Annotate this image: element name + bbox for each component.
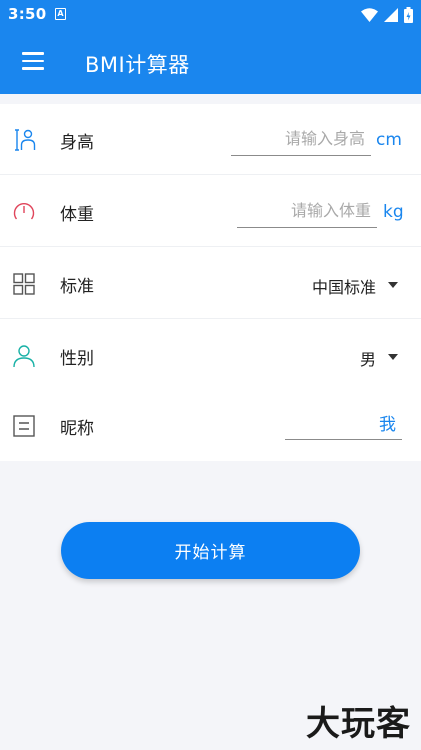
hamburger-menu-icon[interactable] <box>22 51 44 71</box>
standard-row[interactable]: 标准 中国标准 <box>0 248 421 319</box>
gender-row[interactable]: 性别 男 <box>0 320 421 391</box>
weight-row: 体重 kg <box>0 176 421 247</box>
watermark: 大玩客 <box>306 704 411 744</box>
standard-dropdown-caret-icon[interactable] <box>388 282 398 288</box>
gender-select[interactable]: 男 <box>360 346 376 370</box>
standard-select[interactable]: 中国标准 <box>312 274 376 298</box>
grid-icon <box>13 273 35 295</box>
weight-label: 体重 <box>60 205 94 225</box>
gender-dropdown-caret-icon[interactable] <box>388 354 398 360</box>
weight-unit: kg <box>383 202 404 222</box>
status-time: 3:50 <box>8 5 47 23</box>
height-row: 身高 cm <box>0 104 421 175</box>
weight-input[interactable] <box>237 198 377 228</box>
app-bar: BMI计算器 <box>0 30 421 94</box>
signal-icon <box>384 8 398 22</box>
battery-icon <box>404 7 413 23</box>
gauge-icon <box>13 203 35 220</box>
nickname-label: 昵称 <box>60 419 94 439</box>
start-calculate-button[interactable]: 开始计算 <box>61 522 360 579</box>
note-icon <box>13 415 35 437</box>
nickname-row: 昵称 <box>0 390 421 461</box>
person-icon <box>13 345 35 368</box>
standard-label: 标准 <box>60 277 94 297</box>
status-icons <box>361 6 413 24</box>
gender-label: 性别 <box>60 349 94 369</box>
height-input[interactable] <box>231 126 371 156</box>
bmi-form: 身高 cm 体重 kg 标准 中国标准 性别 男 <box>0 104 421 461</box>
height-unit: cm <box>376 130 402 150</box>
status-bar: 3:50 A <box>0 0 421 30</box>
app-title: BMI计算器 <box>85 53 190 77</box>
notification-a-icon: A <box>55 8 66 20</box>
nickname-input[interactable] <box>285 410 402 440</box>
person-height-icon <box>15 129 36 151</box>
wifi-icon <box>361 8 378 22</box>
height-label: 身高 <box>60 133 94 153</box>
